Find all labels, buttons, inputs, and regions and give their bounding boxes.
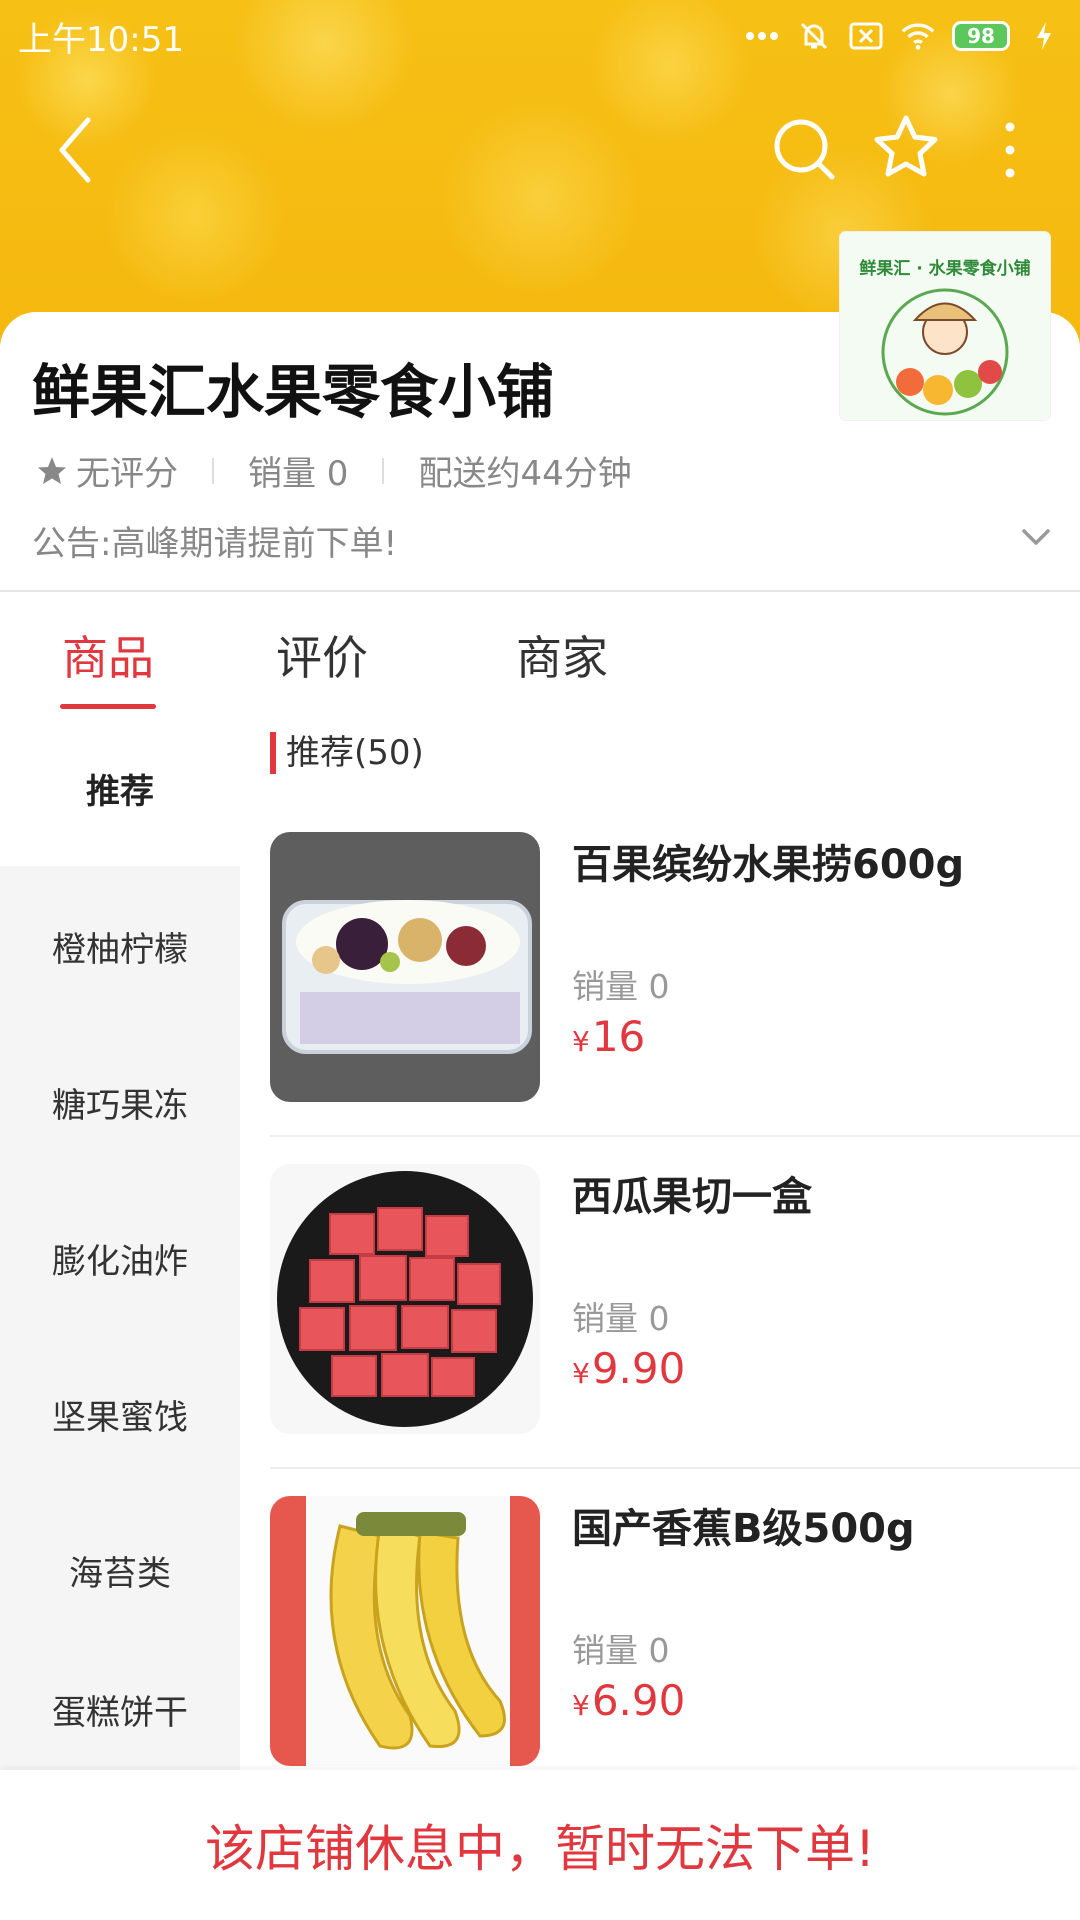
product-name: 国产香蕉B级500g <box>572 1506 915 1552</box>
battery-icon: 98 <box>952 21 1010 51</box>
stats-separator <box>212 457 214 484</box>
product-name: 百果缤纷水果捞600g <box>572 842 965 888</box>
product-image[interactable] <box>270 832 540 1102</box>
store-logo: 鲜果汇 · 水果零食小铺 <box>840 232 1050 420</box>
category-item-cake-biscuit[interactable]: 蛋糕饼干 <box>0 1648 240 1770</box>
tab-merchant[interactable]: 商家 <box>516 622 608 688</box>
search-icon[interactable] <box>770 115 840 185</box>
product-name: 西瓜果切一盒 <box>572 1174 812 1220</box>
currency-symbol: ¥ <box>572 1025 590 1058</box>
store-stats: 无评分 销量 0 配送约44分钟 <box>36 446 632 495</box>
store-name: 鲜果汇水果零食小铺 <box>32 358 555 426</box>
back-icon[interactable] <box>50 110 110 190</box>
tab-active-indicator <box>60 704 156 709</box>
category-item-candy-jelly[interactable]: 糖巧果冻 <box>0 1024 240 1180</box>
product-sales: 销量 0 <box>572 967 670 1006</box>
store-rating: 无评分 <box>76 454 178 494</box>
divider <box>270 1135 1080 1137</box>
section-title: 推荐(50) <box>270 732 424 774</box>
sim-off-icon <box>848 18 884 54</box>
bottom-bar: 该店铺休息中，暂时无法下单! <box>0 1770 1080 1920</box>
tab-products[interactable]: 商品 <box>62 622 154 688</box>
product-item[interactable]: 西瓜果切一盒 销量 0 ¥9.90 <box>270 1164 1080 1494</box>
product-item[interactable]: 百果缤纷水果捞600g 销量 0 ¥16 <box>270 832 1080 1162</box>
rating-star-icon <box>36 455 68 487</box>
mute-icon <box>796 18 832 54</box>
divider <box>270 1467 1080 1469</box>
product-image[interactable] <box>270 1496 540 1766</box>
nav-bar <box>0 100 1080 200</box>
product-price: ¥9.90 <box>572 1344 685 1393</box>
chevron-down-icon[interactable] <box>1018 522 1054 552</box>
product-sales: 销量 0 <box>572 1631 670 1670</box>
star-icon[interactable] <box>870 112 942 184</box>
currency-symbol: ¥ <box>572 1357 590 1390</box>
charging-icon <box>1026 18 1062 54</box>
status-bar: 上午10:51 98 <box>0 0 1080 72</box>
price-value: 9.90 <box>591 1344 686 1393</box>
more-icon[interactable] <box>990 115 1030 185</box>
category-item-recommend[interactable]: 推荐 <box>0 710 240 866</box>
category-item-puffed-fried[interactable]: 膨化油炸 <box>0 1180 240 1336</box>
stats-separator <box>382 457 385 484</box>
status-time: 上午10:51 <box>18 19 184 60</box>
currency-symbol: ¥ <box>572 1689 590 1722</box>
dots-icon <box>744 18 780 54</box>
product-sales: 销量 0 <box>572 1299 670 1338</box>
category-item-nuts-preserves[interactable]: 坚果蜜饯 <box>0 1336 240 1492</box>
price-value: 6.90 <box>591 1676 686 1725</box>
tab-reviews[interactable]: 评价 <box>276 622 368 688</box>
category-item-citrus[interactable]: 橙柚柠檬 <box>0 868 240 1024</box>
tab-bar: 商品 评价 商家 <box>0 592 1080 710</box>
store-sales: 销量 0 <box>248 454 349 494</box>
product-price: ¥6.90 <box>572 1676 685 1725</box>
product-image[interactable] <box>270 1164 540 1434</box>
product-price: ¥16 <box>572 1012 645 1061</box>
svg-text:鲜果汇 · 水果零食小铺: 鲜果汇 · 水果零食小铺 <box>859 258 1030 279</box>
wifi-icon <box>900 18 936 54</box>
status-icons: 98 <box>744 18 1062 54</box>
price-value: 16 <box>591 1012 646 1061</box>
category-item-seaweed[interactable]: 海苔类 <box>0 1492 240 1648</box>
store-notice[interactable]: 公告:高峰期请提前下单! <box>32 516 397 565</box>
store-delivery-time: 配送约44分钟 <box>418 454 632 494</box>
store-closed-message: 该店铺休息中，暂时无法下单! <box>204 1820 876 1878</box>
